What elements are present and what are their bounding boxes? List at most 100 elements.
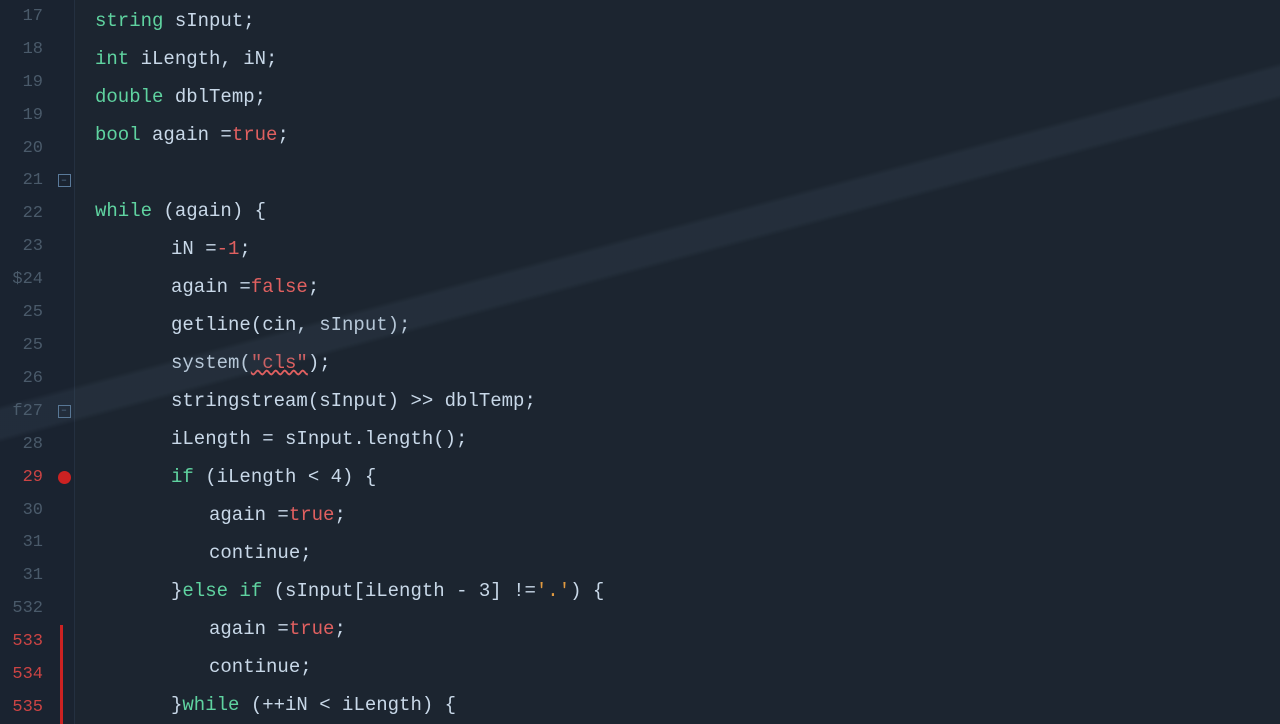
line-number: 17 <box>0 7 55 26</box>
token-text: ) { <box>570 572 604 610</box>
token-text: (sInput[iLength - 3] != <box>262 572 536 610</box>
gutter-row: 29 <box>0 461 74 494</box>
fold-icon[interactable]: − <box>55 405 73 418</box>
line-number: 21 <box>0 171 55 190</box>
gutter-row: 25 <box>0 296 74 329</box>
gutter-row: 534 <box>0 658 74 691</box>
line-number: 535 <box>0 698 55 717</box>
line-number: 26 <box>0 369 55 388</box>
token-text: ; <box>334 610 345 648</box>
gutter-row: $24 <box>0 263 74 296</box>
token-string: '.' <box>536 572 570 610</box>
line-gutter: 17 18 19 19 20 21 − <box>0 0 75 724</box>
token-bool: false <box>251 268 308 306</box>
gutter-row: 532 <box>0 592 74 625</box>
gutter-row: 28 <box>0 428 74 461</box>
code-line-23: again = false ; <box>95 268 1280 306</box>
gutter-row: 17 <box>0 0 74 33</box>
token-text: } <box>171 686 182 724</box>
code-line-25a: system( "cls" ); <box>95 344 1280 382</box>
token-text: } <box>171 572 182 610</box>
token-text: getline(cin, sInput); <box>171 306 410 344</box>
code-line-29: continue; <box>95 534 1280 572</box>
code-line-532: } while (++iN < iLength) { <box>95 686 1280 724</box>
gutter-row: 30 <box>0 494 74 527</box>
token-keyword: bool <box>95 116 141 154</box>
code-line-21: while (again) { <box>95 192 1280 230</box>
token-text: (again) { <box>152 192 266 230</box>
gutter-row: 533 <box>0 625 74 658</box>
token-text: (++iN < iLength) { <box>239 686 456 724</box>
line-number: $24 <box>0 270 55 289</box>
line-number: 534 <box>0 665 55 684</box>
gutter-row: 31 <box>0 559 74 592</box>
token-bool: true <box>289 610 335 648</box>
line-number: 31 <box>0 533 55 552</box>
breakpoint-bar <box>60 625 63 658</box>
gutter-row: 18 <box>0 33 74 66</box>
gutter-row: f27 − <box>0 395 74 428</box>
breakpoint-bar <box>60 691 63 724</box>
line-number: 28 <box>0 435 55 454</box>
token-keyword: if <box>171 458 194 496</box>
token-text <box>228 572 239 610</box>
gutter-row: 20 <box>0 132 74 165</box>
fold-indicator[interactable]: − <box>58 405 71 418</box>
token-bool: true <box>289 496 335 534</box>
line-number: f27 <box>0 402 55 421</box>
gutter-row: 31 <box>0 527 74 560</box>
line-number: 532 <box>0 599 55 618</box>
token-keyword: if <box>239 572 262 610</box>
code-line-19b: bool again = true ; <box>95 116 1280 154</box>
token-text: again = <box>209 496 289 534</box>
token-text: ; <box>334 496 345 534</box>
code-line-18: int iLength, iN; <box>95 40 1280 78</box>
token-text: continue; <box>209 534 312 572</box>
gutter-row: 19 <box>0 66 74 99</box>
breakpoint-icon[interactable] <box>55 471 73 484</box>
token-text: again = <box>171 268 251 306</box>
line-number: 25 <box>0 303 55 322</box>
code-line-26: iLength = sInput.length(); <box>95 420 1280 458</box>
line-number: 29 <box>0 468 55 487</box>
fold-icon[interactable]: − <box>55 174 73 187</box>
token-keyword: double <box>95 78 163 116</box>
token-keyword: while <box>95 192 152 230</box>
token-text: stringstream(sInput) >> dblTemp; <box>171 382 536 420</box>
token-text: ); <box>308 344 331 382</box>
breakpoint-bar <box>60 658 63 691</box>
line-number: 25 <box>0 336 55 355</box>
token-text: (iLength < 4) { <box>194 458 376 496</box>
line-number: 22 <box>0 204 55 223</box>
line-number: 19 <box>0 73 55 92</box>
code-line-28: again = true ; <box>95 496 1280 534</box>
token-text: again = <box>209 610 289 648</box>
token-text: ; <box>308 268 319 306</box>
gutter-row: 21 − <box>0 165 74 198</box>
line-number: 18 <box>0 40 55 59</box>
token-text: system( <box>171 344 251 382</box>
gutter-row: 535 <box>0 691 74 724</box>
token-text: again = <box>141 116 232 154</box>
code-editor: 17 18 19 19 20 21 − <box>0 0 1280 724</box>
token-text: ; <box>277 116 288 154</box>
token-text: sInput; <box>163 2 254 40</box>
gutter-row: 19 <box>0 99 74 132</box>
breakpoint-dot[interactable] <box>58 471 71 484</box>
gutter-row: 25 <box>0 329 74 362</box>
token-bool: true <box>232 116 278 154</box>
code-line-20 <box>95 154 1280 192</box>
code-line-31b: continue; <box>95 648 1280 686</box>
token-keyword: else <box>182 572 228 610</box>
line-number: 19 <box>0 106 55 125</box>
line-number: 30 <box>0 501 55 520</box>
token-keyword: string <box>95 2 163 40</box>
code-line-25b: stringstream(sInput) >> dblTemp; <box>95 382 1280 420</box>
token-text: ; <box>239 230 250 268</box>
fold-indicator[interactable]: − <box>58 174 71 187</box>
code-line-24: getline(cin, sInput); <box>95 306 1280 344</box>
gutter-row: 23 <box>0 230 74 263</box>
line-number: 20 <box>0 139 55 158</box>
token-text: iLength = sInput.length(); <box>171 420 467 458</box>
token-text: continue; <box>209 648 312 686</box>
